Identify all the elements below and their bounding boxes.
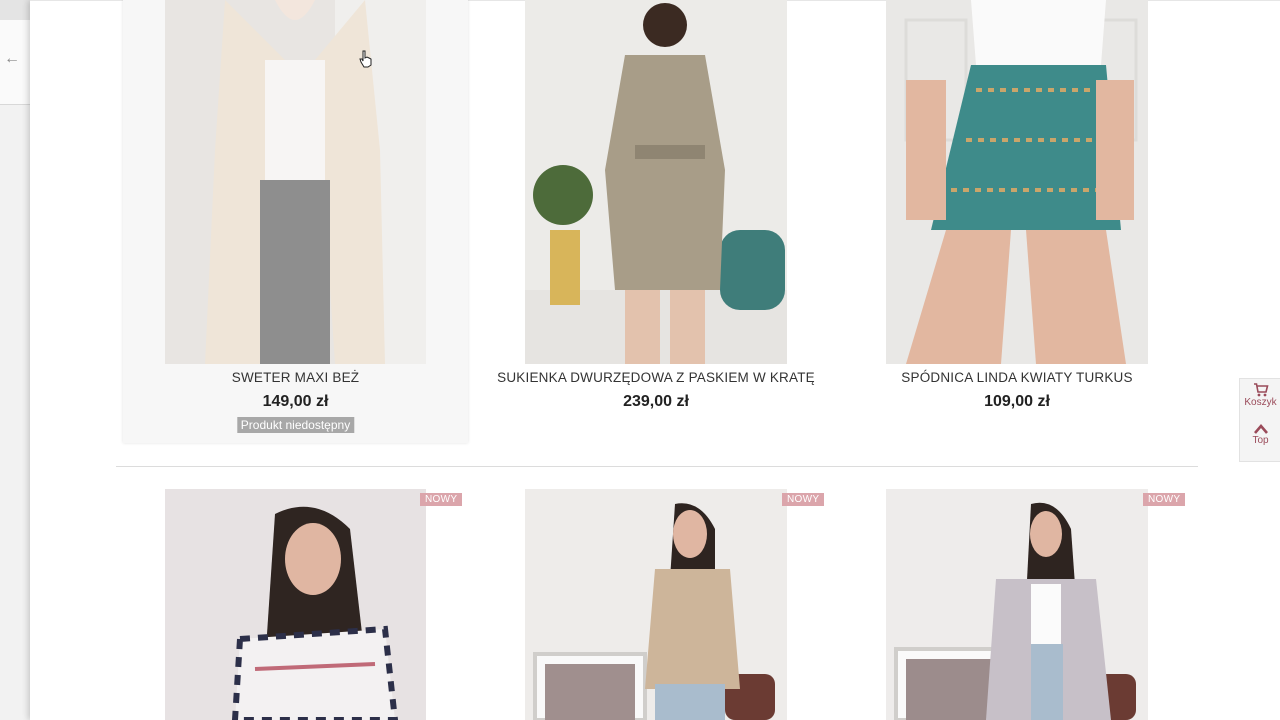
floating-side-widget: Koszyk Top	[1239, 378, 1280, 462]
product-image-spodnica[interactable]	[886, 0, 1148, 364]
product-name[interactable]: SPÓDNICA LINDA KWIATY TURKUS	[847, 370, 1187, 385]
new-badge: NOWY	[420, 493, 463, 506]
back-arrow-icon[interactable]: ←	[4, 50, 20, 68]
hand-cursor-icon	[359, 50, 372, 68]
new-badge: NOWY	[782, 493, 825, 506]
product-name[interactable]: SUKIENKA DWURZĘDOWA Z PASKIEM W KRATĘ	[486, 370, 826, 385]
product-image-new-1[interactable]	[165, 489, 426, 720]
scroll-top-button[interactable]: Top	[1240, 423, 1280, 446]
product-price: 149,00 zł	[262, 393, 329, 410]
product-card-sukienka[interactable]: SUKIENKA DWURZĘDOWA Z PASKIEM W KRATĘ 23…	[486, 0, 826, 443]
cart-icon	[1253, 383, 1269, 397]
row-divider	[116, 466, 1198, 467]
background-browser-window: ←	[0, 0, 30, 720]
product-image-sweter[interactable]	[165, 0, 426, 364]
product-card-new-2[interactable]: NOWY	[486, 489, 826, 720]
product-image-new-3[interactable]	[886, 489, 1148, 720]
product-image-sukienka[interactable]	[525, 0, 787, 364]
product-card-spodnica[interactable]: SPÓDNICA LINDA KWIATY TURKUS 109,00 zł	[847, 0, 1187, 443]
product-price: 109,00 zł	[984, 393, 1050, 410]
cart-button[interactable]: Koszyk	[1240, 383, 1280, 408]
background-toolbar: ←	[0, 20, 30, 105]
product-image-new-2[interactable]	[525, 489, 787, 720]
product-name[interactable]: SWETER MAXI BEŻ	[123, 370, 468, 385]
chevron-up-icon	[1253, 424, 1268, 434]
cart-label: Koszyk	[1244, 397, 1277, 408]
product-card-new-3[interactable]: NOWY	[847, 489, 1187, 720]
product-card-new-1[interactable]: NOWY	[123, 489, 468, 720]
background-titlebar	[0, 0, 30, 20]
unavailable-badge: Produkt niedostępny	[236, 417, 355, 433]
product-card-sweter[interactable]: SWETER MAXI BEŻ 149,00 zł Produkt niedos…	[123, 0, 468, 443]
new-badge: NOWY	[1143, 493, 1186, 506]
product-grid-page: SWETER MAXI BEŻ 149,00 zł Produkt niedos…	[30, 0, 1280, 720]
top-label: Top	[1252, 435, 1269, 446]
product-price: 239,00 zł	[623, 393, 689, 410]
